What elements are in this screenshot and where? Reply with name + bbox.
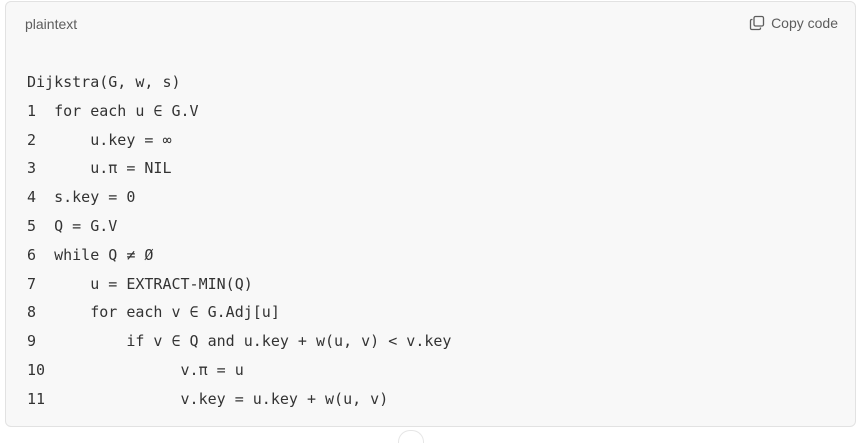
code-block-header: plaintext Copy code <box>6 2 855 46</box>
code-line: 4 s.key = 0 <box>27 188 136 207</box>
code-content: Dijkstra(G, w, s) 1 for each u ∈ G.V 2 u.k… <box>27 68 451 414</box>
copy-code-label: Copy code <box>771 15 838 31</box>
scroll-to-bottom-nub[interactable] <box>398 430 424 443</box>
code-line: 8 for each v ∈ G.Adj[u] <box>27 303 280 322</box>
code-line: 6 while Q ≠ Ø <box>27 245 154 264</box>
code-line: 10 v.π = u <box>27 360 244 379</box>
code-line: 1 for each u ∈ G.V <box>27 101 199 120</box>
code-line: 3 u.π = NIL <box>27 159 172 178</box>
code-line: 7 u = EXTRACT-MIN(Q) <box>27 274 253 293</box>
copy-code-button[interactable]: Copy code <box>749 15 838 31</box>
code-line: 5 Q = G.V <box>27 216 118 235</box>
code-block: plaintext Copy code Dijkstra(G, w, s) 1 f… <box>5 1 856 427</box>
copy-icon <box>749 15 765 31</box>
code-language-label: plaintext <box>25 16 78 32</box>
code-line: Dijkstra(G, w, s) <box>27 73 181 91</box>
code-line: 2 u.key = ∞ <box>27 130 172 149</box>
code-line: 9 if v ∈ Q and u.key + w(u, v) < v.key <box>27 332 452 351</box>
code-line: 11 v.key = u.key + w(u, v) <box>27 389 389 408</box>
